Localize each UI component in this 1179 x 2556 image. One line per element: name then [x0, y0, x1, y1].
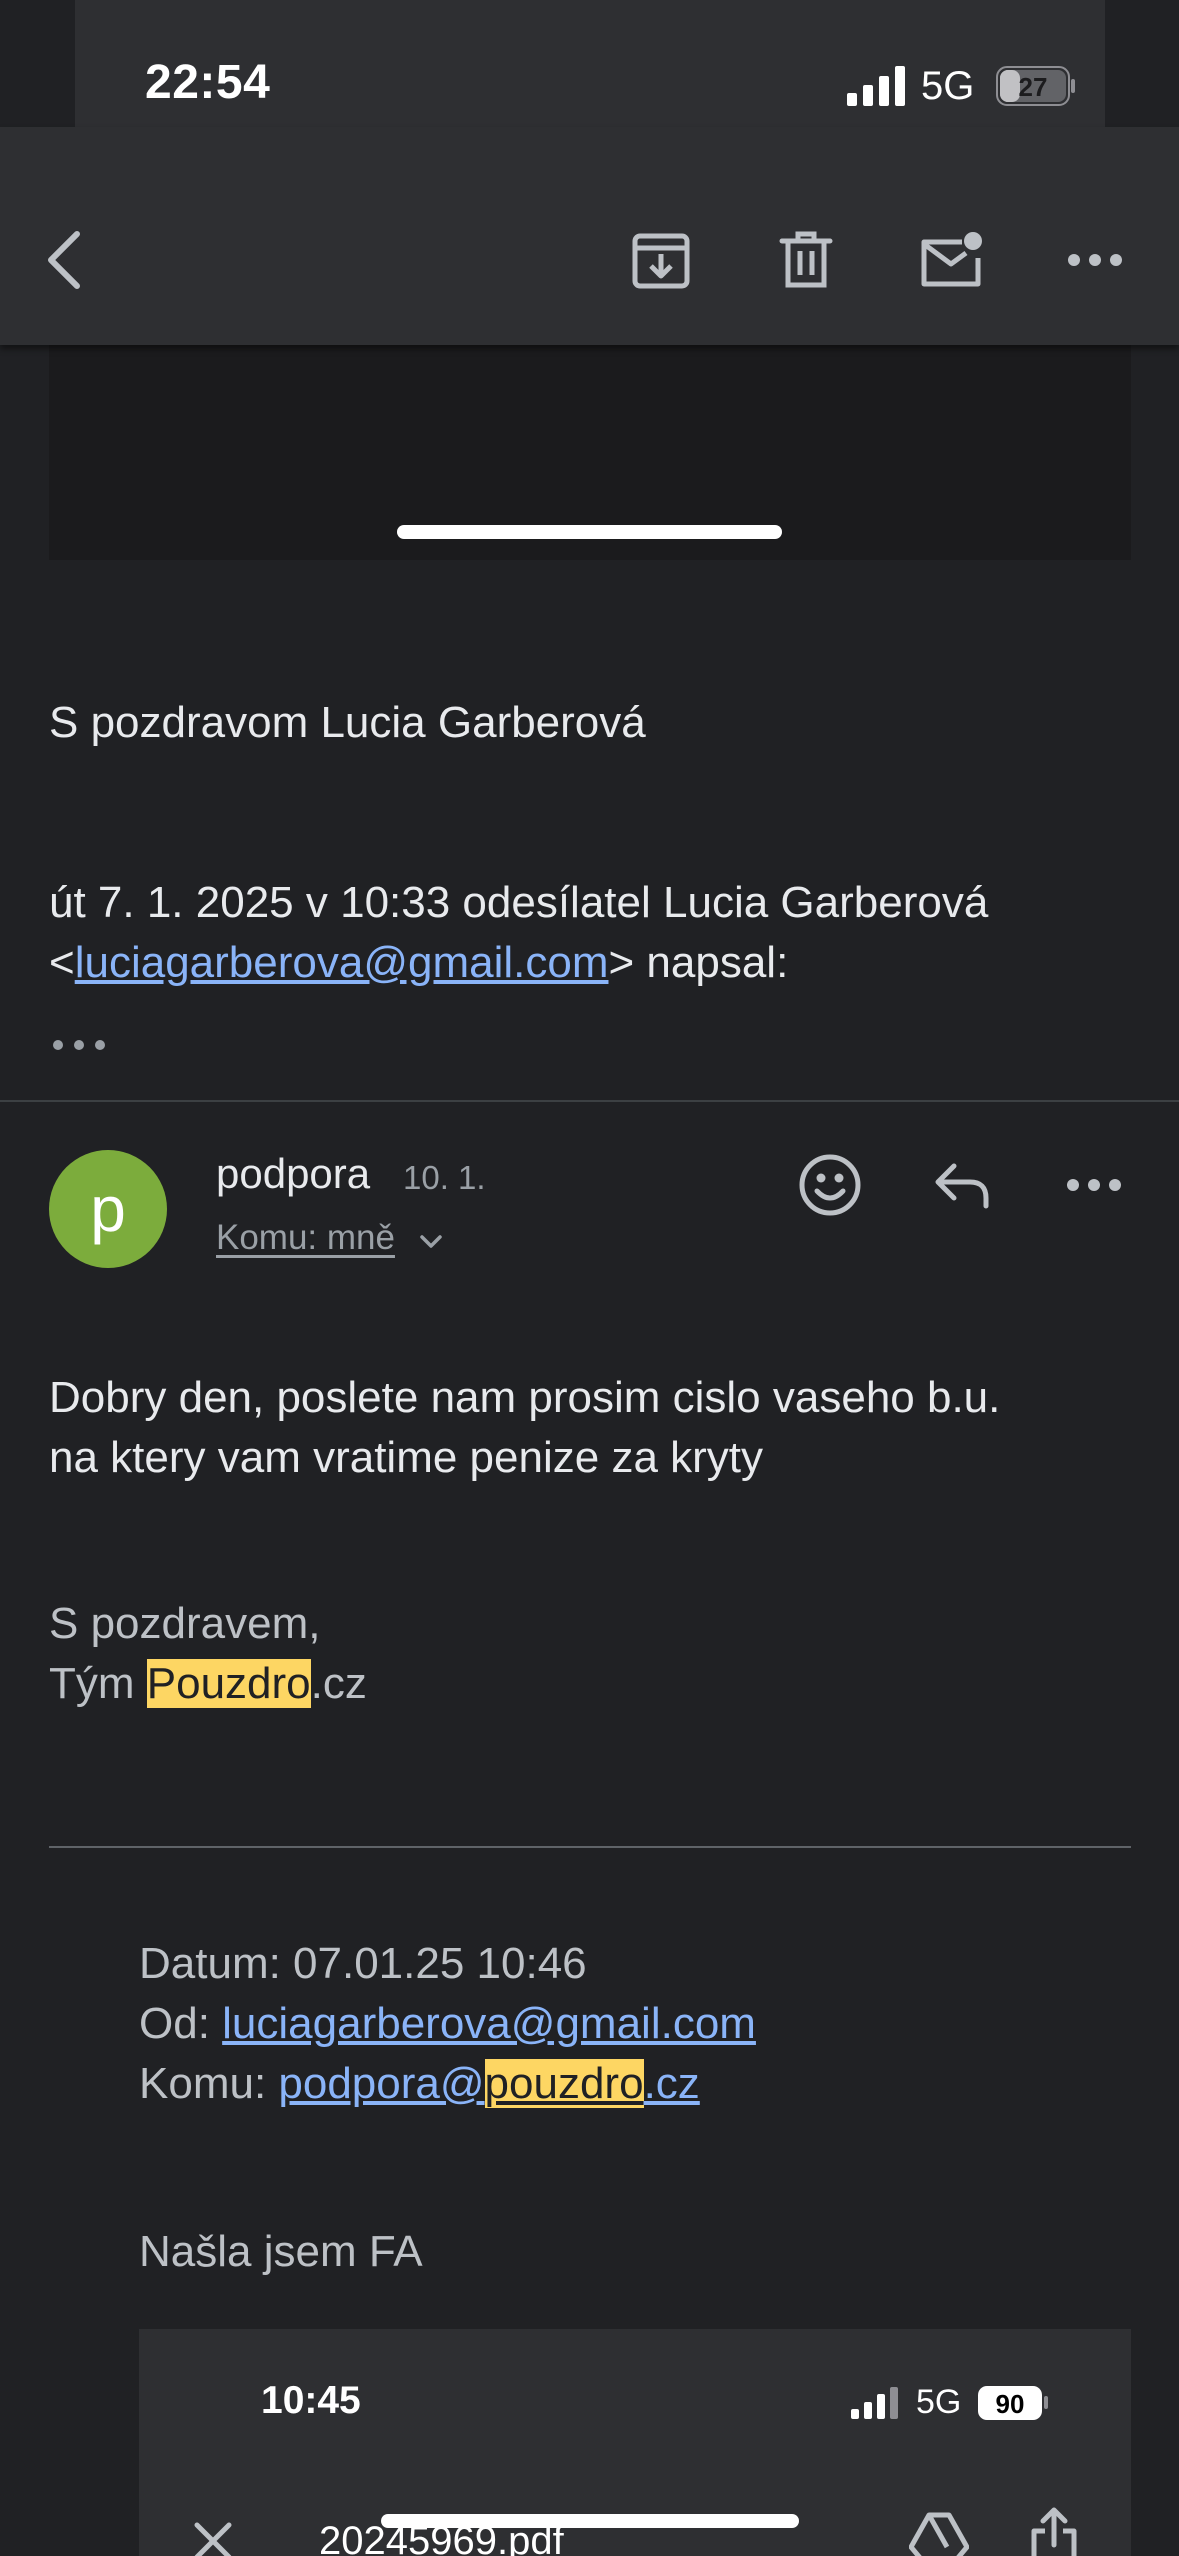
trash-icon [779, 231, 833, 288]
attribution-line: út 7. 1. 2025 v 10:33 odesílatel Lucia G… [49, 878, 989, 927]
signature-team-prefix: Tým [49, 1659, 147, 1708]
reply-button[interactable] [922, 1150, 1002, 1220]
forwarded-body: Našla jsem FA [139, 2227, 423, 2276]
more-options-button[interactable] [1060, 225, 1130, 295]
signature-team: Tým Pouzdro.cz [49, 1654, 367, 1714]
mark-unread-icon [921, 232, 982, 287]
archive-icon [632, 233, 690, 289]
message-more-button[interactable] [1054, 1150, 1134, 1220]
message-signature: S pozdravem, Tým Pouzdro.cz [49, 1594, 367, 1714]
message-divider [0, 1100, 1179, 1102]
embedded-network-type: 5G [916, 2383, 962, 2421]
battery-icon: 90 [978, 2386, 1048, 2420]
forwarded-to-label: Komu: [139, 2059, 279, 2108]
more-horizontal-icon [1068, 254, 1122, 266]
embedded-status-time: 10:45 [261, 2379, 361, 2422]
close-icon [194, 2522, 232, 2556]
forwarded-to-email-prefix[interactable]: podpora@ [278, 2059, 484, 2108]
status-time: 22:54 [145, 56, 271, 109]
quoted-signoff: S pozdravom Lucia Garberová [49, 698, 646, 747]
forwarded-header: Datum: 07.01.25 10:46 Od: luciagarberova… [139, 1934, 756, 2114]
message-body-line: Dobry den, poslete nam prosim cislo vase… [49, 1373, 1001, 1422]
add-reaction-button[interactable] [790, 1150, 870, 1220]
quoted-attribution: út 7. 1. 2025 v 10:33 odesílatel Lucia G… [49, 873, 988, 993]
avatar[interactable]: p [49, 1150, 167, 1268]
sender-name[interactable]: podpora [216, 1150, 370, 1198]
message-date: 10. 1. [403, 1159, 486, 1196]
embedded-image-previous[interactable] [49, 345, 1131, 560]
mark-unread-button[interactable] [916, 225, 986, 295]
chevron-left-icon [48, 231, 80, 289]
reply-icon [935, 1163, 989, 1209]
more-horizontal-icon [1067, 1179, 1121, 1191]
status-bar: 22:54 5G 27 [75, 0, 1105, 127]
battery-level: 27 [1019, 72, 1048, 102]
forwarded-from-label: Od: [139, 1999, 223, 2048]
message-toolbar [0, 127, 1179, 345]
cellular-signal-icon [851, 2387, 898, 2419]
signature-separator [49, 1846, 1131, 1848]
search-highlight[interactable]: pouzdro [484, 2059, 644, 2108]
emoji-icon [799, 1154, 861, 1216]
chevron-down-icon[interactable] [418, 1232, 444, 1252]
forwarded-from-email[interactable]: luciagarberova@gmail.com [222, 1999, 756, 2048]
back-button[interactable] [30, 225, 100, 295]
search-highlight: Pouzdro [146, 1659, 311, 1708]
share-icon [1031, 2507, 1077, 2556]
attribution-lt: < [49, 938, 75, 987]
battery-icon: 27 [996, 66, 1075, 106]
attribution-suffix: > napsal: [608, 938, 789, 987]
forwarded-date: Datum: 07.01.25 10:46 [139, 1939, 587, 1988]
forwarded-to-email-suffix[interactable]: .cz [644, 2059, 700, 2108]
email-thread-screen: 22:54 5G 27 S pozdravom Lucia Garberová … [0, 0, 1179, 2556]
network-type: 5G [921, 64, 975, 108]
show-trimmed-content-icon[interactable] [52, 1032, 107, 1058]
signature-greeting: S pozdravem, [49, 1599, 321, 1648]
home-indicator[interactable] [381, 2514, 799, 2528]
cellular-signal-icon [847, 66, 905, 106]
embedded-battery-level: 90 [996, 2389, 1025, 2419]
delete-button[interactable] [771, 225, 841, 295]
message-body: Dobry den, poslete nam prosim cislo vase… [49, 1368, 1000, 1488]
recipient-details-toggle[interactable]: Komu: mně [216, 1218, 395, 1258]
signature-team-suffix: .cz [310, 1659, 367, 1708]
forwarded-from: Od: luciagarberova@gmail.com [139, 1994, 756, 2054]
forwarded-to: Komu: podpora@pouzdro.cz [139, 2054, 756, 2114]
drive-icon [909, 2512, 969, 2556]
attribution-email-link[interactable]: luciagarberova@gmail.com [75, 938, 609, 987]
embedded-home-indicator [397, 525, 782, 539]
attribution-email-line: <luciagarberova@gmail.com> napsal: [49, 933, 988, 993]
message-body-line: na ktery vam vratime penize za kryty [49, 1433, 764, 1482]
archive-button[interactable] [626, 225, 696, 295]
